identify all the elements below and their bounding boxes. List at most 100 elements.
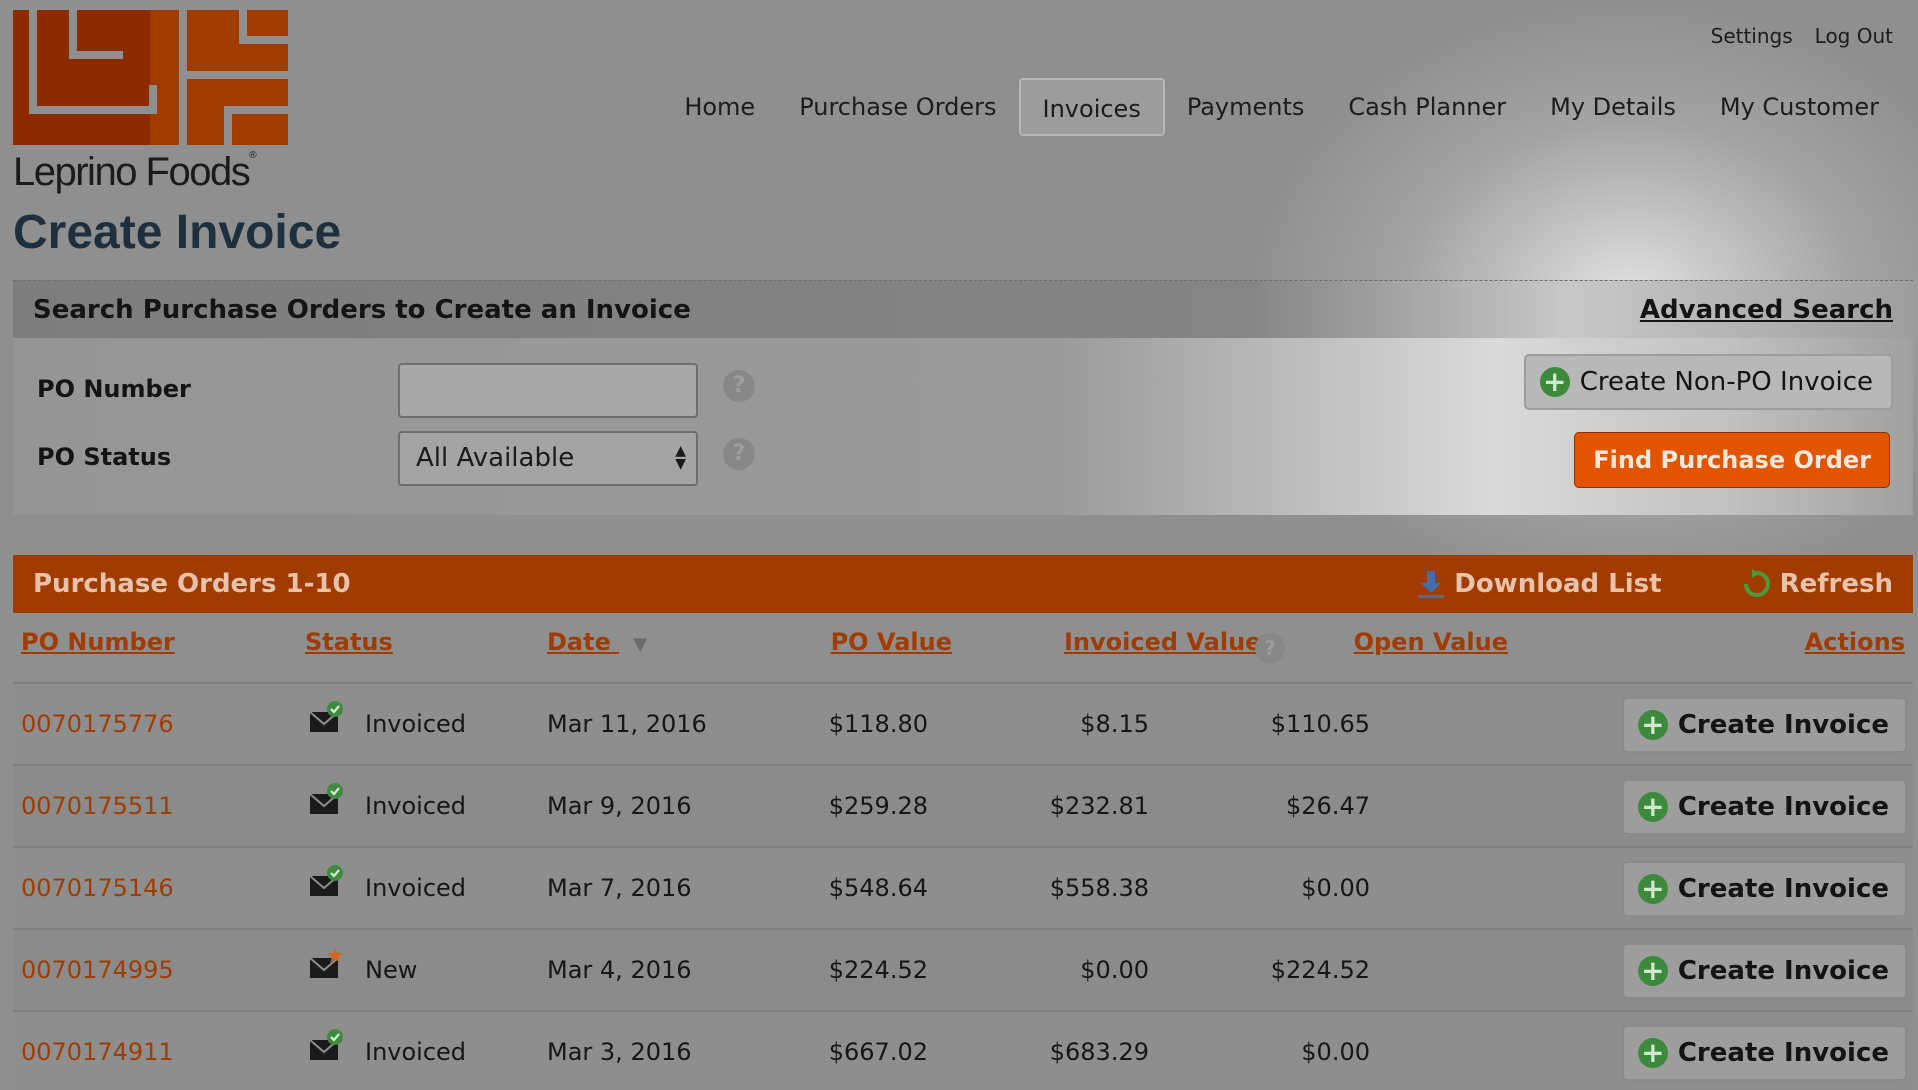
- select-arrows-icon: ▲ ▼: [675, 443, 686, 472]
- col-invoiced-value[interactable]: Invoiced Value: [1064, 628, 1261, 656]
- create-invoice-label: Create Invoice: [1677, 710, 1889, 740]
- nav-my-customer[interactable]: My Customer: [1698, 78, 1901, 136]
- status-text: Invoiced: [365, 710, 467, 738]
- search-header: Search Purchase Orders to Create an Invo…: [13, 280, 1913, 338]
- envelope-check-icon: [309, 701, 343, 732]
- col-date[interactable]: Date ▼: [547, 628, 647, 656]
- advanced-search-link[interactable]: Advanced Search: [1640, 295, 1893, 325]
- refresh-label: Refresh: [1779, 569, 1893, 599]
- po-number-input[interactable]: [398, 363, 698, 418]
- help-icon[interactable]: ?: [1255, 633, 1285, 663]
- open-value-text: $110.65: [1270, 710, 1370, 738]
- create-invoice-button[interactable]: + Create Invoice: [1621, 943, 1907, 999]
- table-row: 0070174911 Invoiced Mar 3, 2016 $667.02 …: [13, 1010, 1913, 1090]
- col-po-value[interactable]: PO Value: [831, 628, 952, 656]
- nav-home[interactable]: Home: [662, 78, 777, 136]
- top-links: Settings Log Out: [1711, 24, 1893, 48]
- col-actions: Actions: [1804, 628, 1905, 656]
- date-text: Mar 7, 2016: [547, 874, 692, 902]
- open-value-text: $224.52: [1270, 956, 1370, 984]
- logo-wordmark: Leprino Foods®: [13, 150, 257, 194]
- nav-invoices[interactable]: Invoices: [1018, 78, 1165, 136]
- envelope-check-icon: [309, 865, 343, 896]
- create-invoice-label: Create Invoice: [1677, 874, 1889, 904]
- invoiced-value-text: $232.81: [1049, 792, 1149, 820]
- search-title: Search Purchase Orders to Create an Invo…: [33, 294, 691, 325]
- create-invoice-label: Create Invoice: [1677, 792, 1889, 822]
- table-row: 0070175146 Invoiced Mar 7, 2016 $548.64 …: [13, 846, 1913, 928]
- plus-circle-icon: +: [1637, 792, 1668, 822]
- create-invoice-label: Create Invoice: [1677, 1038, 1889, 1068]
- plus-circle-icon: +: [1539, 367, 1570, 397]
- create-invoice-button[interactable]: + Create Invoice: [1621, 861, 1907, 917]
- invoiced-value-text: $558.38: [1049, 874, 1149, 902]
- plus-circle-icon: +: [1637, 874, 1668, 904]
- create-invoice-button[interactable]: + Create Invoice: [1621, 697, 1907, 753]
- help-icon[interactable]: ?: [723, 438, 755, 470]
- po-status-select[interactable]: All Available ▲ ▼: [398, 431, 698, 486]
- status-text: Invoiced: [365, 1038, 467, 1066]
- sort-desc-icon: ▼: [633, 634, 648, 655]
- table-row: 0070175776 Invoiced Mar 11, 2016 $118.80…: [13, 682, 1913, 764]
- refresh-button[interactable]: Refresh: [1742, 569, 1893, 599]
- download-list-label: Download List: [1454, 569, 1662, 599]
- po-value-text: $548.64: [828, 874, 928, 902]
- po-list-header: Purchase Orders 1-10 Download List Refre…: [13, 555, 1913, 613]
- status-text: New: [365, 956, 418, 984]
- date-text: Mar 11, 2016: [547, 710, 707, 738]
- nav-cash-planner[interactable]: Cash Planner: [1326, 78, 1528, 136]
- po-number-link[interactable]: 0070175776: [21, 684, 174, 764]
- create-non-po-label: Create Non-PO Invoice: [1579, 367, 1873, 397]
- col-status[interactable]: Status: [305, 628, 393, 656]
- find-purchase-order-button[interactable]: Find Purchase Order: [1574, 432, 1890, 488]
- page-title: Create Invoice: [13, 206, 342, 259]
- create-invoice-label: Create Invoice: [1677, 956, 1889, 986]
- po-status-value: All Available: [416, 443, 575, 473]
- nav-purchase-orders[interactable]: Purchase Orders: [777, 78, 1018, 136]
- nav-my-details[interactable]: My Details: [1528, 78, 1698, 136]
- envelope-check-icon: [309, 1029, 343, 1060]
- po-number-link[interactable]: 0070174911: [21, 1012, 174, 1090]
- open-value-text: $26.47: [1286, 792, 1370, 820]
- page: Leprino Foods® Settings Log Out Home Pur…: [0, 0, 1918, 1090]
- table-row: 0070175511 Invoiced Mar 9, 2016 $259.28 …: [13, 764, 1913, 846]
- open-value-text: $0.00: [1301, 874, 1370, 902]
- status-text: Invoiced: [365, 792, 467, 820]
- leprino-logo[interactable]: Leprino Foods®: [13, 10, 288, 194]
- download-icon: [1418, 571, 1445, 598]
- col-invoiced-value-label: Invoiced Value: [1064, 628, 1262, 656]
- main-nav: Home Purchase Orders Invoices Payments C…: [662, 78, 1901, 136]
- settings-link[interactable]: Settings: [1711, 24, 1793, 48]
- plus-circle-icon: +: [1637, 710, 1668, 740]
- search-panel: Search Purchase Orders to Create an Invo…: [13, 280, 1913, 515]
- refresh-icon: [1743, 569, 1770, 597]
- create-non-po-invoice-button[interactable]: + Create Non-PO Invoice: [1523, 354, 1893, 410]
- po-list-title: Purchase Orders 1-10: [33, 569, 351, 599]
- col-po-number[interactable]: PO Number: [21, 628, 175, 656]
- envelope-new-icon: [309, 947, 343, 978]
- search-body: PO Number ? PO Status All Available ▲ ▼ ?…: [13, 338, 1913, 515]
- plus-circle-icon: +: [1637, 956, 1668, 986]
- create-invoice-button[interactable]: + Create Invoice: [1621, 779, 1907, 835]
- col-open-value[interactable]: Open Value: [1354, 628, 1508, 656]
- po-value-text: $259.28: [828, 792, 928, 820]
- po-number-link[interactable]: 0070175511: [21, 766, 174, 846]
- date-text: Mar 3, 2016: [547, 1038, 692, 1066]
- open-value-text: $0.00: [1301, 1038, 1370, 1066]
- create-invoice-button[interactable]: + Create Invoice: [1621, 1025, 1907, 1081]
- date-text: Mar 9, 2016: [547, 792, 692, 820]
- po-value-text: $118.80: [828, 710, 928, 738]
- nav-payments[interactable]: Payments: [1165, 78, 1327, 136]
- po-number-link[interactable]: 0070174995: [21, 930, 174, 1010]
- envelope-check-icon: [309, 783, 343, 814]
- logout-link[interactable]: Log Out: [1815, 24, 1893, 48]
- po-table-body: 0070175776 Invoiced Mar 11, 2016 $118.80…: [13, 682, 1913, 1090]
- col-date-label: Date: [547, 628, 611, 656]
- po-number-label: PO Number: [37, 375, 191, 403]
- po-value-text: $667.02: [828, 1038, 928, 1066]
- download-list-button[interactable]: Download List: [1416, 569, 1662, 599]
- help-icon[interactable]: ?: [723, 370, 755, 402]
- po-number-link[interactable]: 0070175146: [21, 848, 174, 928]
- invoiced-value-text: $8.15: [1080, 710, 1149, 738]
- po-value-text: $224.52: [828, 956, 928, 984]
